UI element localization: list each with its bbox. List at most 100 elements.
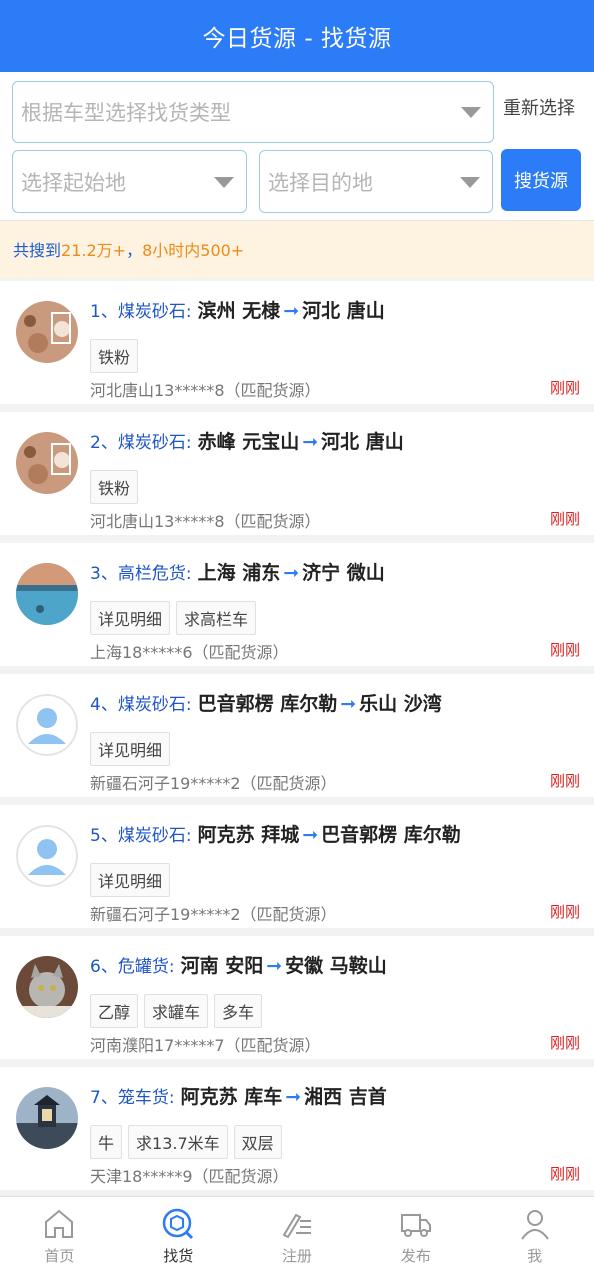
tab-home[interactable]: 首页 [0, 1197, 119, 1280]
summary-total: 21.2万+ [61, 241, 127, 260]
user-icon [520, 1210, 549, 1240]
arrow-right-icon: ➞ [266, 955, 283, 977]
listing-category: 煤炭砂石: [117, 433, 192, 453]
timestamp: 刚刚 [549, 772, 580, 790]
listing-category: 煤炭砂石: [117, 826, 192, 846]
timestamp: 刚刚 [549, 903, 580, 921]
arrow-right-icon: ➞ [302, 431, 319, 453]
destination-select[interactable]: 选择目的地 [259, 150, 493, 213]
list-item[interactable]: 5、煤炭砂石: 阿克苏 拜城 ➞ 巴音郭楞 库尔勒 详见明细 新疆石河子19****… [0, 805, 594, 928]
tag-list: 乙醇 求罐车 多车 [90, 994, 263, 1028]
arrow-right-icon: ➞ [283, 300, 300, 322]
origin-placeholder: 选择起始地 [21, 170, 126, 195]
origin-select[interactable]: 选择起始地 [12, 150, 247, 213]
timestamp: 刚刚 [549, 641, 580, 659]
avatar [16, 301, 78, 363]
tag-list: 铁粉 [90, 339, 139, 373]
summary-window: 8小时内 [142, 241, 201, 260]
result-summary: 共搜到21.2万+，8小时内500+ [0, 220, 594, 278]
summary-prefix: 共搜到 [13, 241, 62, 260]
tag: 牛 [90, 1125, 123, 1159]
truck-icon [400, 1214, 431, 1237]
tab-label: 我 [527, 1247, 543, 1265]
list-item[interactable]: 6、危罐货: 河南 安阳 ➞ 安徽 马鞍山 乙醇 求罐车 多车 河南濮阳17*****7… [0, 936, 594, 1059]
destination: 湘西 吉首 [304, 1086, 387, 1108]
avatar [16, 563, 78, 625]
origin: 河南 安阳 [180, 955, 264, 977]
destination: 河北 唐山 [302, 300, 385, 322]
tag: 详见明细 [90, 732, 171, 766]
arrow-right-icon: ➞ [285, 1086, 302, 1108]
origin: 巴音郭楞 库尔勒 [197, 693, 338, 715]
poster-info: 河北唐山13*****8（匹配货源） [90, 512, 321, 531]
list-item[interactable]: 2、煤炭砂石: 赤峰 元宝山 ➞ 河北 唐山 铁粉 河北唐山13*****8（匹配货… [0, 412, 594, 535]
destination: 安徽 马鞍山 [285, 955, 387, 977]
origin: 阿克苏 拜城 [197, 824, 300, 846]
tag: 详见明细 [90, 601, 171, 635]
chevron-down-icon [214, 176, 234, 188]
poster-info: 新疆石河子19*****2（匹配货源） [90, 905, 337, 924]
reselect-button[interactable]: 重新选择 [503, 94, 575, 120]
tag: 多车 [214, 994, 263, 1028]
avatar [16, 825, 78, 887]
arrow-right-icon: ➞ [283, 562, 300, 584]
timestamp: 刚刚 [549, 510, 580, 528]
destination: 乐山 沙湾 [359, 693, 442, 715]
tab-register[interactable]: 注册 [238, 1197, 357, 1280]
avatar [16, 1087, 78, 1149]
destination: 巴音郭楞 库尔勒 [321, 824, 461, 846]
origin: 阿克苏 库车 [180, 1086, 283, 1108]
tab-label: 找货 [163, 1247, 194, 1265]
list-item[interactable]: 1、煤炭砂石: 滨州 无棣 ➞ 河北 唐山 铁粉 河北唐山13*****8（匹配货源… [0, 281, 594, 404]
destination-placeholder: 选择目的地 [268, 170, 373, 195]
tag: 详见明细 [90, 863, 171, 897]
summary-recent: 500+ [200, 241, 245, 260]
arrow-right-icon: ➞ [302, 824, 319, 846]
tag-list: 铁粉 [90, 470, 139, 504]
page-title: 今日货源 - 找货源 [0, 0, 594, 72]
register-icon [282, 1213, 311, 1239]
tag: 求罐车 [144, 994, 209, 1028]
poster-info: 新疆石河子19*****2（匹配货源） [90, 774, 337, 793]
list-item[interactable]: 7、笼车货: 阿克苏 库车 ➞ 湘西 吉首 牛求13.7米车 双层 天津18*****… [0, 1067, 594, 1190]
timestamp: 刚刚 [549, 379, 580, 397]
avatar [16, 694, 78, 756]
tag: 铁粉 [90, 339, 139, 373]
tab-label: 注册 [281, 1247, 312, 1265]
listing-title: 1、煤炭砂石: 滨州 无棣 ➞ 河北 唐山 [90, 300, 385, 322]
tag-list: 详见明细 求高栏车 [90, 601, 257, 635]
avatar [16, 956, 78, 1018]
vehicle-type-placeholder: 根据车型选择找货类型 [21, 101, 231, 125]
tag-list: 详见明细 [90, 863, 171, 897]
list-item[interactable]: 4、煤炭砂石: 巴音郭楞 库尔勒 ➞ 乐山 沙湾 详见明细 新疆石河子19*****… [0, 674, 594, 797]
tab-find-cargo[interactable]: 找货 [119, 1197, 238, 1280]
bottom-tab-bar: 首页 找货 注册 发布 我 [0, 1196, 594, 1280]
origin: 赤峰 元宝山 [197, 431, 300, 453]
origin: 滨州 无棣 [197, 300, 281, 322]
home-icon [45, 1209, 74, 1238]
listing-title: 4、煤炭砂石: 巴音郭楞 库尔勒 ➞ 乐山 沙湾 [90, 693, 442, 715]
listing-title: 7、笼车货: 阿克苏 库车 ➞ 湘西 吉首 [90, 1086, 387, 1108]
chevron-down-icon [460, 176, 480, 188]
listing-title: 5、煤炭砂石: 阿克苏 拜城 ➞ 巴音郭楞 库尔勒 [90, 824, 461, 846]
listing-category: 危罐货: [117, 957, 175, 977]
filter-panel: 根据车型选择找货类型 重新选择 选择起始地 选择目的地 搜货源 [0, 72, 594, 220]
search-button[interactable]: 搜货源 [501, 149, 581, 211]
listing-category: 笼车货: [117, 1088, 175, 1108]
find-cargo-icon [162, 1208, 194, 1240]
timestamp: 刚刚 [549, 1034, 580, 1052]
list-item[interactable]: 3、高栏危货: 上海 浦东 ➞ 济宁 微山 详见明细 求高栏车 上海18*****6（… [0, 543, 594, 666]
listing-title: 6、危罐货: 河南 安阳 ➞ 安徽 马鞍山 [90, 955, 387, 977]
tab-publish[interactable]: 发布 [356, 1197, 475, 1280]
origin: 上海 浦东 [197, 562, 281, 584]
poster-info: 天津18*****9（匹配货源） [90, 1167, 289, 1186]
avatar [16, 432, 78, 494]
poster-info: 河北唐山13*****8（匹配货源） [90, 381, 321, 400]
destination: 济宁 微山 [302, 562, 385, 584]
vehicle-type-select[interactable]: 根据车型选择找货类型 [12, 81, 494, 143]
listing-title: 3、高栏危货: 上海 浦东 ➞ 济宁 微山 [90, 562, 385, 584]
tab-me[interactable]: 我 [475, 1197, 594, 1280]
tag: 铁粉 [90, 470, 139, 504]
listing-category: 煤炭砂石: [117, 695, 192, 715]
tag: 求高栏车 [176, 601, 257, 635]
